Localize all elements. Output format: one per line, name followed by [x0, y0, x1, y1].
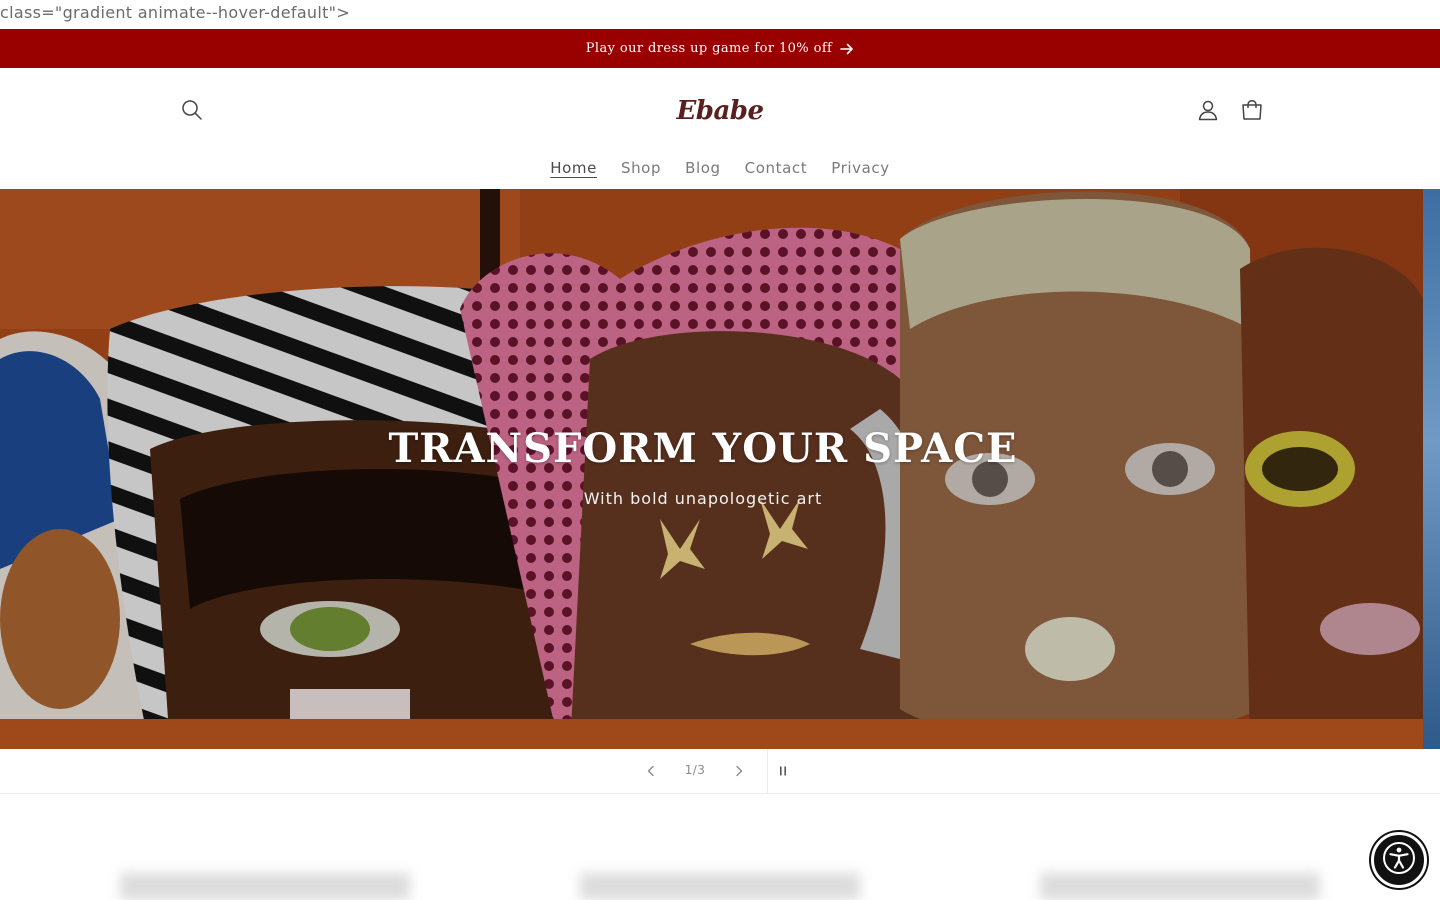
- blurred-content-block: [1040, 873, 1320, 900]
- account-icon: [1197, 99, 1219, 125]
- nav-item-privacy[interactable]: Privacy: [819, 159, 902, 177]
- search-icon: [181, 99, 203, 125]
- chevron-right-icon: [734, 762, 744, 781]
- blurred-content-block: [120, 873, 410, 900]
- hero-title: TRANSFORM YOUR SPACE: [388, 425, 1018, 472]
- accessibility-icon: [1382, 841, 1416, 879]
- cart-icon: [1241, 99, 1263, 125]
- nav-item-home[interactable]: Home: [538, 159, 609, 177]
- site-logo[interactable]: Ebabe: [660, 88, 780, 134]
- hero-next-slide-peek: [1423, 189, 1440, 749]
- next-section-preview: [0, 795, 1440, 900]
- arrow-right-icon: [840, 43, 854, 55]
- announcement-bar[interactable]: Play our dress up game for 10% off: [0, 29, 1440, 68]
- chevron-left-icon: [646, 762, 656, 781]
- controls-divider: [767, 749, 768, 794]
- site-header: Ebabe Home Shop Blog Contact Privacy: [0, 68, 1440, 189]
- hero-slideshow: TRANSFORM YOUR SPACE With bold unapologe…: [0, 189, 1440, 749]
- account-button[interactable]: [1186, 90, 1230, 134]
- slide-counter: 1/3: [684, 763, 706, 777]
- pause-slideshow-button[interactable]: [769, 757, 797, 785]
- hero-subtitle: With bold unapologetic art: [583, 489, 823, 508]
- next-slide-button[interactable]: [725, 757, 753, 785]
- accessibility-button[interactable]: [1371, 832, 1427, 888]
- nav-item-contact[interactable]: Contact: [733, 159, 820, 177]
- nav-item-blog[interactable]: Blog: [673, 159, 733, 177]
- search-button[interactable]: [170, 90, 214, 134]
- announcement-text: Play our dress up game for 10% off: [585, 41, 833, 56]
- blurred-content-block: [580, 873, 860, 900]
- nav-item-shop[interactable]: Shop: [609, 159, 673, 177]
- stray-markup-text: class="gradient animate--hover-default">: [0, 3, 351, 22]
- main-nav: Home Shop Blog Contact Privacy: [0, 154, 1440, 182]
- slideshow-controls: 1/3: [0, 749, 1440, 794]
- cart-button[interactable]: [1230, 90, 1274, 134]
- pause-icon: [778, 762, 788, 781]
- previous-slide-button[interactable]: [637, 757, 665, 785]
